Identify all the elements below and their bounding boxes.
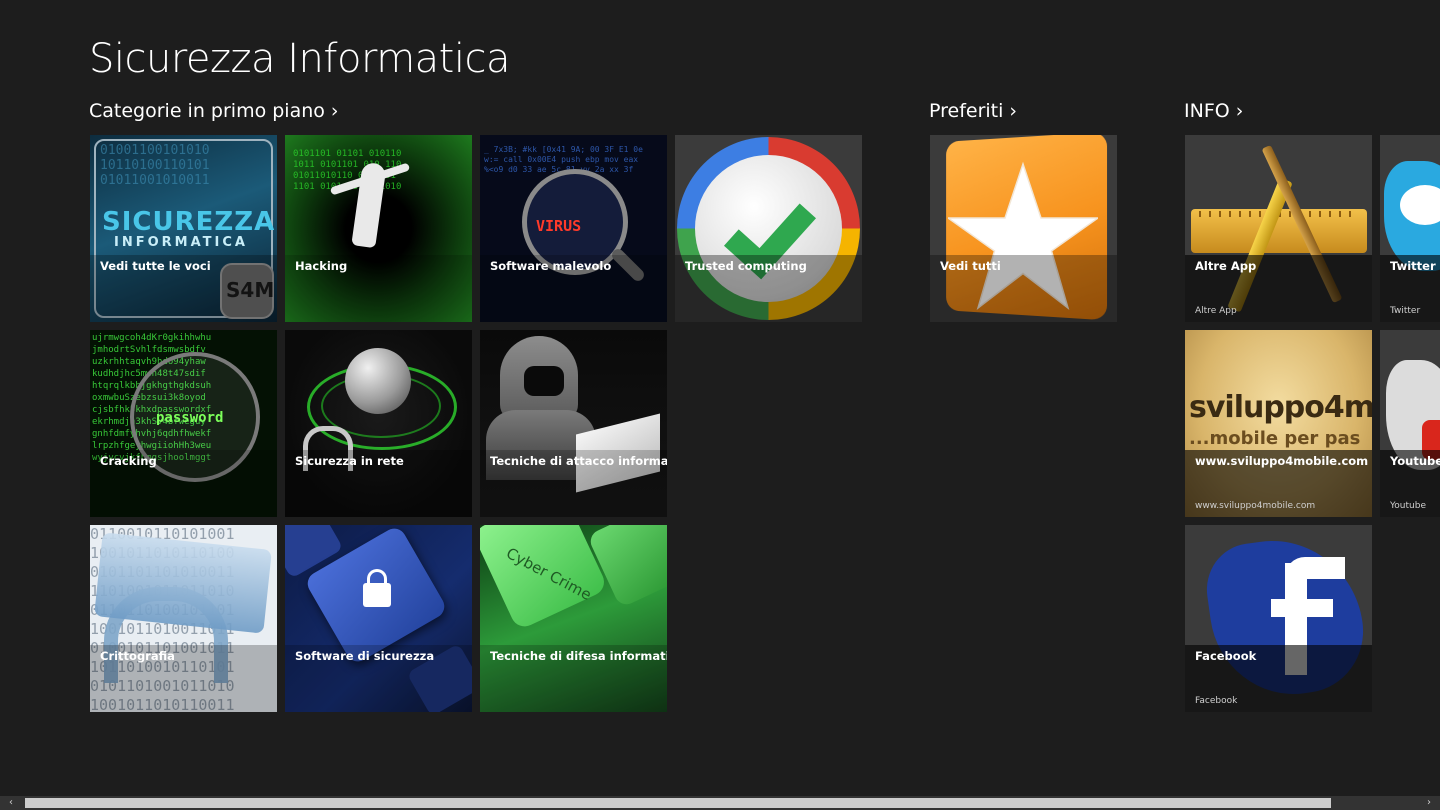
- tile-title: www.sviluppo4mobile.com: [1195, 454, 1369, 468]
- tile-title: Tecniche di difesa informatica: [490, 649, 667, 663]
- tile-title: Software di sicurezza: [295, 649, 435, 663]
- tile-tecniche-di-difesa[interactable]: Cyber Crime Tecniche di difesa informati…: [480, 525, 667, 712]
- logo-text: SICUREZZA: [102, 207, 276, 237]
- tile-facebook[interactable]: Facebook Facebook: [1185, 525, 1372, 712]
- tile-sviluppo4mobile[interactable]: sviluppo4m ...mobile per pas www.svilupp…: [1185, 330, 1372, 517]
- tile-software-malevolo[interactable]: _ 7x3B; #kk [0x41 9A; 00 3F E1 0e w:= cal…: [480, 135, 667, 322]
- section-label: Preferiti: [929, 100, 1004, 122]
- tile-twitter[interactable]: Twitter Twitter: [1380, 135, 1440, 322]
- section-header-preferiti[interactable]: Preferiti ›: [929, 100, 1017, 122]
- tile-altre-app[interactable]: Altre App Altre App: [1185, 135, 1372, 322]
- tile-hacking[interactable]: 0101101 01101 010110 1011 0101101 010 110…: [285, 135, 472, 322]
- tile-subtitle: Youtube: [1390, 501, 1426, 511]
- section-header-info[interactable]: INFO ›: [1184, 100, 1243, 122]
- banner-text: sviluppo4m: [1189, 390, 1372, 425]
- tile-software-di-sicurezza[interactable]: Software di sicurezza: [285, 525, 472, 712]
- tile-sicurezza-in-rete[interactable]: Sicurezza in rete: [285, 330, 472, 517]
- page-title: Sicurezza Informatica: [89, 36, 510, 82]
- scroll-right-icon[interactable]: ›: [1422, 796, 1436, 810]
- tile-title: Twitter: [1390, 259, 1436, 273]
- tile-title: Facebook: [1195, 649, 1257, 663]
- tile-trusted-computing[interactable]: Trusted computing: [675, 135, 862, 322]
- password-text: password: [156, 410, 224, 426]
- tile-title: Trusted computing: [685, 259, 807, 273]
- tile-title: Youtube: [1390, 454, 1440, 468]
- tile-title: Vedi tutti: [940, 259, 1001, 273]
- horizontal-scrollbar[interactable]: ‹ ›: [0, 796, 1440, 810]
- virus-text: VIRUS: [536, 217, 582, 235]
- chevron-right-icon: ›: [1009, 100, 1018, 122]
- tile-vedi-tutte-le-voci[interactable]: 01001100101010 10110100110101 010110010100…: [90, 135, 277, 322]
- tile-title: Vedi tutte le voci: [100, 259, 211, 273]
- tile-youtube[interactable]: Youtube Youtube: [1380, 330, 1440, 517]
- banner-text: ...mobile per pas: [1189, 428, 1361, 449]
- section-label: Categorie in primo piano: [89, 100, 325, 122]
- tile-subtitle: www.sviluppo4mobile.com: [1195, 501, 1316, 511]
- section-label: INFO: [1184, 100, 1230, 122]
- tile-title: Software malevolo: [490, 259, 612, 273]
- logo-text: INFORMATICA: [114, 235, 248, 250]
- chevron-right-icon: ›: [1235, 100, 1244, 122]
- tile-tecniche-di-attacco[interactable]: Tecniche di attacco informatico: [480, 330, 667, 517]
- tile-title: Crittografia: [100, 649, 175, 663]
- scroll-left-icon[interactable]: ‹: [4, 796, 18, 810]
- chevron-right-icon: ›: [330, 100, 339, 122]
- tile-cracking[interactable]: ujrmwgcoh4dKr0gkihhwhu jmhodrtSvhlfdsmwsb…: [90, 330, 277, 517]
- tile-subtitle: Twitter: [1390, 306, 1421, 316]
- tile-title: Altre App: [1195, 259, 1257, 273]
- tile-title: Tecniche di attacco informatico: [490, 454, 667, 468]
- tile-vedi-tutti[interactable]: Vedi tutti: [930, 135, 1117, 322]
- scroll-thumb[interactable]: [25, 798, 1331, 808]
- tile-subtitle: Altre App: [1195, 306, 1237, 316]
- section-header-categorie[interactable]: Categorie in primo piano ›: [89, 100, 339, 122]
- tile-title: Cracking: [100, 454, 157, 468]
- tile-title: Sicurezza in rete: [295, 454, 404, 468]
- tile-title: Hacking: [295, 259, 348, 273]
- tile-subtitle: Facebook: [1195, 696, 1238, 706]
- tile-crittografia[interactable]: 0110010110101001100101101011010001011011…: [90, 525, 277, 712]
